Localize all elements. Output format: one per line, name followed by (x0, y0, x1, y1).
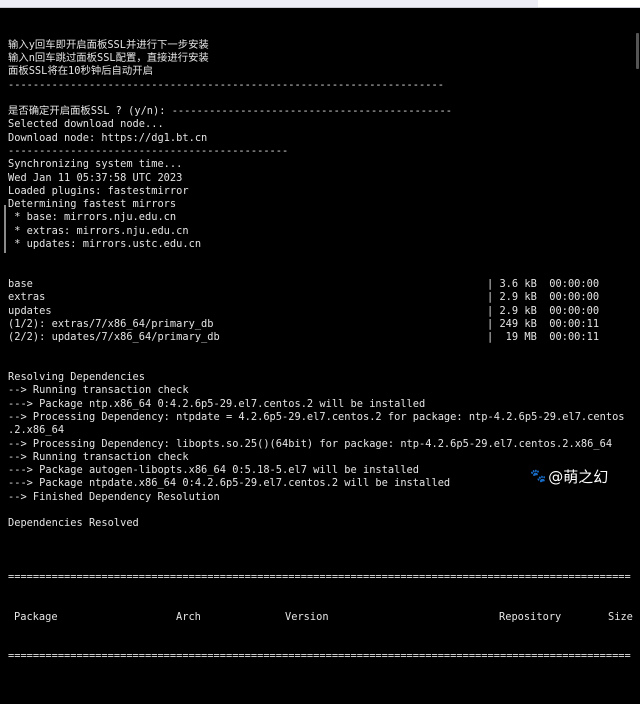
repo-name: (1/2): extras/7/x86_64/primary_db (8, 317, 214, 330)
tab-strip (0, 0, 538, 7)
terminal-output: 输入y回车即开启面板SSL并进行下一步安装 输入n回车跳过面板SSL配置，直接进行… (8, 12, 633, 690)
terminal-line: Download node: https://dg1.bt.cn (8, 131, 208, 144)
header-repository: Repository (499, 610, 562, 623)
watermark-text: @萌之幻 (548, 468, 609, 486)
terminal-line: Selected download node... (8, 118, 164, 131)
terminal-line: Resolving Dependencies (8, 371, 146, 384)
header-package: Package (14, 610, 58, 623)
terminal-line: --> Processing Dependency: ntpdate = 4.2… (8, 411, 625, 423)
header-version: Version (285, 610, 329, 623)
terminal-line: Synchronizing system time... (8, 158, 183, 171)
terminal-line: .2.x86_64 (8, 424, 65, 437)
repo-row: base | 3.6 kB 00:00:00 (8, 278, 631, 291)
repo-row: updates | 2.9 kB 00:00:00 (8, 305, 631, 318)
window-top-bar (0, 0, 640, 8)
terminal-line: --> Finished Dependency Resolution (8, 490, 220, 503)
repo-name: extras (8, 291, 46, 304)
terminal-line: ---> Package ntp.x86_64 0:4.2.6p5-29.el7… (8, 397, 426, 410)
terminal-line: ----------------------------------------… (8, 145, 289, 157)
repo-name: (2/2): updates/7/x86_64/primary_db (8, 331, 220, 344)
terminal-line: 输入n回车跳过面板SSL配置，直接进行安装 (8, 51, 209, 64)
repo-name: base (8, 278, 33, 290)
terminal-line: --> Processing Dependency: libopts.so.25… (8, 437, 613, 450)
repo-size-time: | 249 kB 00:00:11 (487, 317, 600, 330)
watermark: 🐾 @萌之幻 (530, 466, 608, 487)
terminal-line: Loaded plugins: fastestmirror (8, 184, 189, 197)
repo-size-time: | 2.9 kB 00:00:00 (487, 304, 600, 317)
terminal-line: 面板SSL将在10秒钟后自动开启 (8, 65, 153, 78)
terminal-line: 输入y回车即开启面板SSL并进行下一步安装 (8, 38, 209, 51)
terminal-line: --> Running transaction check (8, 384, 189, 397)
selection-marker (4, 205, 6, 253)
repo-size-time: | 19 MB 00:00:11 (487, 331, 600, 344)
scrollbar-thumb[interactable] (636, 33, 639, 69)
terminal-line: Wed Jan 11 05:37:58 UTC 2023 (8, 171, 183, 184)
header-arch: Arch (176, 610, 201, 623)
terminal-line: 是否确定开启面板SSL ? (y/n): -------------------… (8, 105, 452, 118)
repo-size-time: | 2.9 kB 00:00:00 (487, 291, 600, 304)
terminal-line: * updates: mirrors.ustc.edu.cn (8, 238, 202, 251)
repo-row: (1/2): extras/7/x86_64/primary_db | 249 k… (8, 318, 631, 331)
repo-name: updates (8, 304, 52, 317)
terminal-line: ----------------------------------------… (8, 78, 444, 91)
separator-line: ========================================… (8, 650, 631, 663)
header-size: Size (608, 610, 633, 623)
terminal-line: * extras: mirrors.nju.edu.cn (8, 224, 189, 237)
paw-icon: 🐾 (530, 469, 547, 484)
terminal-line: Determining fastest mirrors (8, 198, 177, 211)
terminal-window[interactable]: 输入y回车即开启面板SSL并进行下一步安装 输入n回车跳过面板SSL配置，直接进行… (0, 8, 640, 662)
table-header: Package Arch Version Repository Size (8, 610, 633, 624)
repo-row: (2/2): updates/7/x86_64/primary_db | 19 M… (8, 331, 631, 344)
terminal-line: * base: mirrors.nju.edu.cn (8, 211, 177, 224)
terminal-line: Dependencies Resolved (8, 517, 139, 530)
repo-row: extras | 2.9 kB 00:00:00 (8, 291, 631, 304)
repo-size-time: | 3.6 kB 00:00:00 (487, 278, 600, 290)
separator-line: ========================================… (8, 570, 631, 583)
terminal-line: --> Running transaction check (8, 450, 189, 463)
